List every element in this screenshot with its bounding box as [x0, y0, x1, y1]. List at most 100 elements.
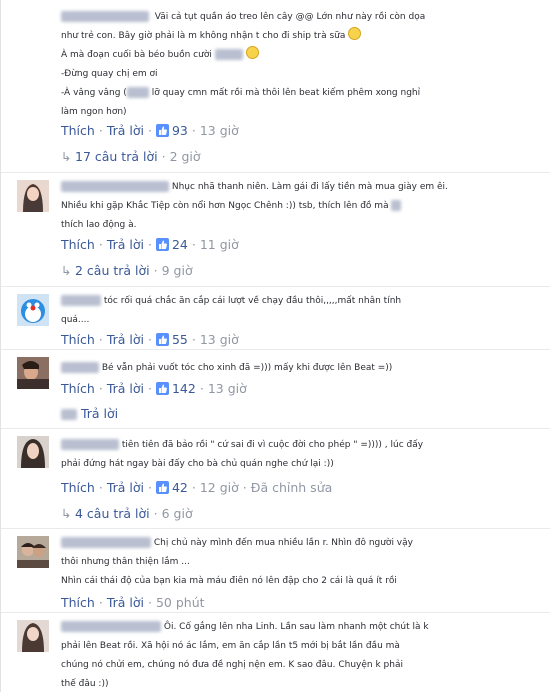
commenter-name[interactable]	[61, 621, 161, 632]
reply-link[interactable]: Trả lời	[107, 381, 144, 396]
comment-text-line: thích lao động à.	[61, 220, 137, 230]
comment-text-line: Nhìn cái thái độ của bạn kia mà máu điên…	[61, 576, 397, 586]
divider	[1, 172, 550, 173]
divider	[1, 612, 550, 613]
comment-actions: Thích · Trả lời · 50 phút	[61, 595, 205, 610]
comment-time[interactable]: 12 giờ	[200, 480, 239, 495]
view-replies[interactable]: ↳ 2 câu trả lời · 9 giờ	[61, 262, 193, 280]
like-count-icon	[155, 333, 169, 346]
commenter-name[interactable]	[61, 181, 169, 192]
comment-time[interactable]: 50 phút	[156, 595, 205, 610]
comment-body: tóc rối quá chắc ăn cắp cái lượt về chạy…	[61, 292, 543, 330]
comment-text-line: thôi nhưng thân thiện lắm ...	[61, 557, 190, 567]
reply-link[interactable]: Trả lời	[107, 332, 144, 347]
commenter-name[interactable]	[61, 295, 101, 306]
divider	[1, 528, 550, 529]
blurred-text	[391, 200, 402, 211]
like-link[interactable]: Thích	[61, 237, 95, 252]
comment-actions: Thích · Trả lời · 93 · 13 giờ	[61, 123, 239, 138]
reply-link[interactable]: Trả lời	[107, 480, 144, 495]
comment-text-line: phải đứng hát ngay bài đấy cho bà chủ qu…	[61, 459, 334, 469]
replies-time: 2 giờ	[169, 149, 201, 164]
comment-text-line: Chị chủ này mình đến mua nhiều lần r. Nh…	[153, 538, 413, 548]
edited-label[interactable]: Đã chỉnh sửa	[251, 480, 333, 495]
like-count[interactable]: 93	[172, 123, 188, 138]
blurred-text	[214, 49, 243, 60]
comment-text-line: Bé vẫn phải vuốt tóc cho xinh đã =))) mấ…	[101, 363, 393, 373]
comment-actions: Thích · Trả lời · 24 · 11 giờ	[61, 237, 239, 252]
like-link[interactable]: Thích	[61, 123, 95, 138]
commenter-name[interactable]	[61, 439, 119, 450]
comment-body: tiên tiên đã bảo rồi " cứ sai đi vì cuộc…	[61, 436, 543, 474]
comment-body: Nhục nhã thanh niên. Làm gái đi lấy tiền…	[61, 178, 543, 235]
comment-body: Vãi cả tụt quần áo treo lên cây @@ Lớn n…	[61, 8, 543, 122]
like-count[interactable]: 142	[172, 381, 196, 396]
avatar[interactable]	[17, 294, 49, 326]
reply-prompt[interactable]: Trả lời	[81, 406, 118, 421]
comment-body: Ôi. Cố gắng lên nha Linh. Lần sau làm nh…	[61, 618, 543, 692]
reply-arrow-icon: ↳	[61, 506, 72, 521]
comment-text-line: làm ngon hơn)	[61, 107, 127, 117]
reply-arrow-icon: ↳	[61, 263, 72, 278]
reply-arrow-icon: ↳	[61, 149, 72, 164]
comment-actions: Thích · Trả lời · 42 · 12 giờ · Đã chỉnh sửa	[61, 480, 333, 495]
avatar[interactable]	[17, 536, 49, 568]
commenter-name[interactable]	[61, 362, 99, 373]
reply-link[interactable]: Trả lời	[107, 123, 144, 138]
comment-time[interactable]: 11 giờ	[200, 237, 239, 252]
blurred-text	[126, 87, 149, 98]
like-link[interactable]: Thích	[61, 332, 95, 347]
comment-text-line: như trẻ con. Bây giờ phải là m không nhậ…	[61, 31, 346, 41]
replies-count[interactable]: 2 câu trả lời	[75, 263, 150, 278]
comment-text-line: phải lên Beat rồi. Xã hội nó ác lắm, em …	[61, 641, 400, 651]
laugh-emoji-icon	[245, 46, 259, 59]
like-count[interactable]: 24	[172, 237, 188, 252]
comment-text-line: -Đừng quay chị em ơi	[61, 69, 158, 79]
avatar[interactable]	[17, 436, 49, 468]
reply-box[interactable]: Trả lời	[61, 405, 118, 423]
commenter-name[interactable]	[61, 11, 149, 22]
avatar[interactable]	[17, 620, 49, 652]
like-link[interactable]: Thích	[61, 381, 95, 396]
reply-link[interactable]: Trả lời	[107, 595, 144, 610]
like-count-icon	[155, 238, 169, 251]
comment-time[interactable]: 13 giờ	[200, 332, 239, 347]
comment-text-line: Vãi cả tụt quần áo treo lên cây @@ Lớn n…	[154, 12, 426, 22]
like-count[interactable]: 55	[172, 332, 188, 347]
divider	[1, 286, 550, 287]
reply-link[interactable]: Trả lời	[107, 237, 144, 252]
replies-time: 9 giờ	[161, 263, 193, 278]
avatar[interactable]	[17, 180, 49, 212]
comment-text-line: chúng nó chửi em, chúng nó đưa đề nghị n…	[61, 660, 403, 670]
view-replies[interactable]: ↳ 17 câu trả lời · 2 giờ	[61, 148, 201, 166]
replies-count[interactable]: 4 câu trả lời	[75, 506, 150, 521]
like-count-icon	[155, 124, 169, 137]
smile-emoji-icon	[348, 27, 362, 40]
comment-text-line: Ôi. Cố gắng lên nha Linh. Lần sau làm nh…	[163, 622, 429, 632]
comment-time[interactable]: 13 giờ	[208, 381, 247, 396]
comment-actions: Thích · Trả lời · 142 · 13 giờ	[61, 381, 247, 396]
divider	[1, 428, 550, 429]
like-count-icon	[155, 481, 169, 494]
comment-text-line: lỡ quay cmn mất rồi mà thôi lên beat kiế…	[151, 88, 421, 98]
comment-actions: Thích · Trả lời · 55 · 13 giờ	[61, 332, 239, 347]
comments-feed: Vãi cả tụt quần áo treo lên cây @@ Lớn n…	[0, 0, 550, 692]
comment-text-line: tóc rối quá chắc ăn cắp cái lượt về chạy…	[103, 296, 402, 306]
commenter-name[interactable]	[61, 537, 151, 548]
comment-text-line: Nhục nhã thanh niên. Làm gái đi lấy tiền…	[171, 182, 448, 192]
divider	[1, 349, 550, 350]
like-link[interactable]: Thích	[61, 480, 95, 495]
comment-text-line: Nhiều khi gặp Khắc Tiệp còn nổi hơn Ngọc…	[61, 201, 389, 211]
comment-body: Chị chủ này mình đến mua nhiều lần r. Nh…	[61, 534, 543, 591]
like-link[interactable]: Thích	[61, 595, 95, 610]
comment-body: Bé vẫn phải vuốt tóc cho xinh đã =))) mấ…	[61, 359, 543, 378]
like-count[interactable]: 42	[172, 480, 188, 495]
comment-text-line: quá....	[61, 315, 90, 325]
replies-count[interactable]: 17 câu trả lời	[75, 149, 158, 164]
comment-time[interactable]: 13 giờ	[200, 123, 239, 138]
replies-time: 6 giờ	[161, 506, 193, 521]
view-replies[interactable]: ↳ 4 câu trả lời · 6 giờ	[61, 505, 193, 523]
avatar[interactable]	[17, 357, 49, 389]
comment-text-line: À mà đoạn cuối bà béo buồn cười	[61, 50, 212, 60]
reply-user-name	[61, 409, 77, 420]
